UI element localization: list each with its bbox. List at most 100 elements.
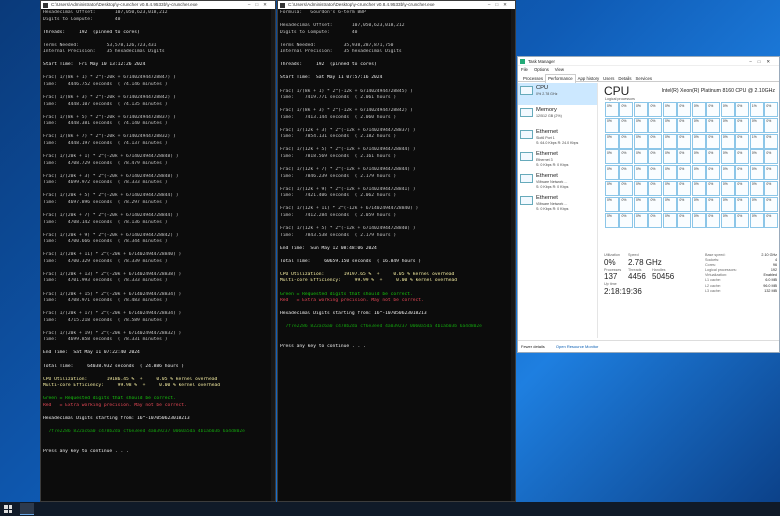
console-title: C:\Users\Administrator\Desktop\y-crunche… bbox=[51, 2, 198, 7]
tm-footer: Fewer details Open Resource Monitor bbox=[518, 340, 779, 352]
logical-processor-cell: 0% bbox=[605, 212, 619, 228]
logical-processor-cell: 0% bbox=[619, 102, 634, 117]
logical-processor-cell: 0% bbox=[706, 180, 721, 196]
console-scrollbar[interactable] bbox=[271, 9, 275, 501]
logical-processor-cell: 0% bbox=[706, 117, 721, 133]
logical-processor-cell: 0% bbox=[691, 102, 706, 117]
sidebar-item-sub: 0% 2.78 GHz bbox=[536, 92, 558, 96]
logical-processor-cell: 0% bbox=[764, 212, 779, 228]
console-output: Hexadecimal Offset: 107,050,623,018,212 D… bbox=[41, 9, 275, 455]
logical-processor-cell: 0% bbox=[706, 102, 721, 117]
menu-item-file[interactable]: File bbox=[521, 67, 528, 72]
window-controls[interactable]: –□✕ bbox=[488, 1, 512, 9]
logical-processor-cell: 0% bbox=[605, 196, 619, 212]
utilization-value: 0% bbox=[604, 257, 616, 267]
uptime-value: 2:18:19:36 bbox=[604, 286, 642, 296]
console-scrollbar[interactable] bbox=[511, 9, 515, 501]
console-line: Press any key to continue . . . bbox=[43, 448, 129, 454]
tab-processes[interactable]: Processes bbox=[521, 75, 545, 83]
logical-processor-cell: 1% bbox=[749, 133, 764, 149]
start-button[interactable] bbox=[4, 505, 12, 513]
logical-processor-cell: 0% bbox=[662, 196, 677, 212]
logical-processor-cell: 0% bbox=[720, 133, 735, 149]
logical-processor-cell: 0% bbox=[648, 212, 663, 228]
logical-processor-cell: 0% bbox=[648, 133, 663, 149]
sidebar-item-memory[interactable]: Memory 12/512 GB (2%) bbox=[518, 105, 597, 127]
logical-processor-cell: 0% bbox=[764, 117, 779, 133]
console-window-1[interactable]: C:\Users\Administrator\Desktop\y-crunche… bbox=[40, 0, 276, 502]
speed-value: 2.78 GHz bbox=[628, 257, 662, 267]
logical-processor-cell: 0% bbox=[677, 180, 692, 196]
tm-titlebar[interactable]: Task Manager –□✕ bbox=[518, 57, 779, 66]
logical-processor-cell: 0% bbox=[619, 196, 634, 212]
logical-processor-cell: 0% bbox=[691, 133, 706, 149]
window-controls[interactable]: –□✕ bbox=[248, 1, 272, 9]
logical-processor-cell: 0% bbox=[735, 212, 750, 228]
logical-processor-cell: 0% bbox=[749, 196, 764, 212]
task-manager-icon bbox=[520, 59, 525, 64]
logical-processor-cell: 0% bbox=[662, 117, 677, 133]
sidebar-item-ethernet[interactable]: Ethernet Slot6 Port 1 S: 64.0 Kbps R: 24.… bbox=[518, 127, 597, 149]
logical-processor-cell: 0% bbox=[648, 165, 663, 181]
window-controls[interactable]: –□✕ bbox=[749, 57, 776, 66]
graph-thumbnail bbox=[520, 174, 533, 183]
logical-processor-cell: 0% bbox=[662, 180, 677, 196]
logical-processor-cell: 0% bbox=[749, 117, 764, 133]
logical-processor-cell: 0% bbox=[633, 102, 648, 117]
fewer-details-link[interactable]: Fewer details bbox=[521, 344, 545, 349]
logical-processor-cell: 0% bbox=[677, 102, 692, 117]
logical-processor-cell: 0% bbox=[720, 180, 735, 196]
console-line: 7f7e2286 822ac6a0 c478b2da cf6e3eed 4a03… bbox=[280, 324, 482, 330]
logical-processor-cell: 0% bbox=[648, 102, 663, 117]
tm-menubar: File Options View bbox=[518, 66, 779, 74]
spec-key: L3 cache: bbox=[705, 288, 721, 293]
menu-item-options[interactable]: Options bbox=[534, 67, 549, 72]
logical-processor-cell: 0% bbox=[677, 117, 692, 133]
logical-processor-cell: 0% bbox=[662, 133, 677, 149]
sidebar-item-ethernet[interactable]: Ethernet VMware Network ... S: 0 Kbps R: … bbox=[518, 171, 597, 193]
console-titlebar[interactable]: C:\Users\Administrator\Desktop\y-crunche… bbox=[41, 1, 275, 9]
tab-services[interactable]: Services bbox=[634, 75, 654, 83]
logical-processor-cell: 0% bbox=[735, 117, 750, 133]
logical-processor-cell: 0% bbox=[605, 117, 619, 133]
console-titlebar[interactable]: C:\Users\Administrator\Desktop\y-crunche… bbox=[278, 1, 515, 9]
sidebar-item-sub: VMware Network ... S: 0 Kbps R: 0 Kbps bbox=[536, 202, 569, 211]
logical-processor-cell: 0% bbox=[735, 165, 750, 181]
sidebar-item-ethernet[interactable]: Ethernet VMware Network ... S: 0 Kbps R: … bbox=[518, 193, 597, 215]
sidebar-item-label: Ethernet bbox=[536, 195, 558, 201]
logical-processor-cell: 0% bbox=[764, 102, 779, 117]
logical-processor-cell: 0% bbox=[633, 180, 648, 196]
logical-processor-cell: 0% bbox=[720, 212, 735, 228]
logical-processor-cell: 0% bbox=[706, 212, 721, 228]
logical-processor-cell: 0% bbox=[749, 212, 764, 228]
sidebar-item-sub: Slot6 Port 1 S: 64.0 Kbps R: 24.0 Kbps bbox=[536, 136, 579, 145]
logical-processor-cell: 0% bbox=[691, 117, 706, 133]
logical-processor-cell: 0% bbox=[720, 117, 735, 133]
console-window-2[interactable]: C:\Users\Administrator\Desktop\y-crunche… bbox=[277, 0, 516, 502]
task-manager-window[interactable]: Task Manager –□✕ File Options View Process… bbox=[517, 56, 780, 353]
logical-processor-cell: 0% bbox=[648, 117, 663, 133]
graph-thumbnail bbox=[520, 108, 533, 117]
logical-processor-cell: 0% bbox=[735, 196, 750, 212]
tab-app-history[interactable]: App history bbox=[576, 75, 602, 83]
console-line: 7f7e2286 822ac6a0 c478b2da cf6e3eed 4a03… bbox=[43, 429, 245, 434]
logical-processor-cell: 0% bbox=[619, 180, 634, 196]
logical-processor-cell: 0% bbox=[749, 180, 764, 196]
graph-thumbnail bbox=[520, 130, 533, 139]
logical-processor-cell: 0% bbox=[735, 102, 750, 117]
logical-processor-grid[interactable]: 0% 0% 0% 0% 0% 0% 0% 0% 0% 0% 1% 0% 0% 0% 0% 0% 0% 0% 0% 0%… bbox=[605, 102, 779, 228]
menu-item-view[interactable]: View bbox=[555, 67, 564, 72]
logical-processor-cell: 0% bbox=[605, 133, 619, 149]
sidebar-item-ethernet[interactable]: Ethernet Ethernet 3 S: 0 Kbps R: 0 Kbps bbox=[518, 149, 597, 171]
logical-processor-cell: 0% bbox=[633, 133, 648, 149]
console-icon bbox=[280, 2, 285, 8]
logical-processor-cell: 0% bbox=[605, 149, 619, 165]
graph-thumbnail bbox=[520, 196, 533, 205]
resource-monitor-link[interactable]: Open Resource Monitor bbox=[556, 344, 598, 349]
tab-users[interactable]: Users bbox=[601, 75, 616, 83]
tab-details[interactable]: Details bbox=[616, 75, 633, 83]
logical-processor-cell: 0% bbox=[735, 149, 750, 165]
sidebar-item-cpu[interactable]: CPU 0% 2.78 GHz bbox=[518, 83, 597, 105]
logical-processor-cell: 0% bbox=[662, 165, 677, 181]
taskbar-app-button[interactable] bbox=[20, 503, 34, 515]
